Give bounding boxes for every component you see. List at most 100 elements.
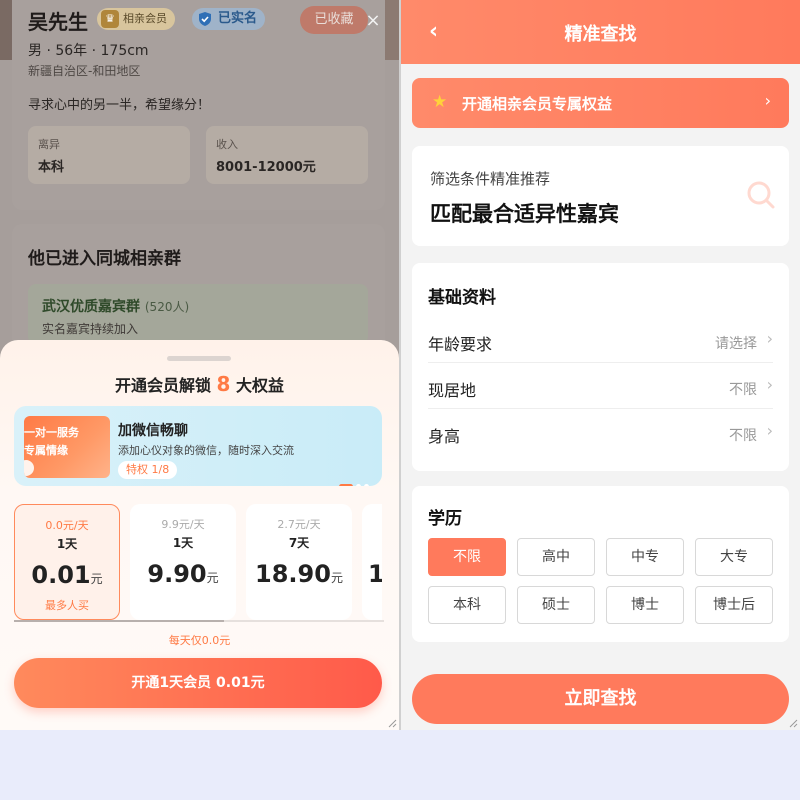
- plan-price: 1: [362, 560, 382, 588]
- edu-option-vocational[interactable]: 中专: [606, 538, 684, 576]
- search-screen: ‹ 精准查找 ★ 开通相亲会员专属权益 › 筛选条件精准推荐 匹配最合适异性嘉宾…: [401, 0, 800, 730]
- plan-price-unit: 元: [330, 571, 343, 585]
- plan-price-value: 9.90: [147, 560, 207, 588]
- vip-benefits-text: 开通相亲会员专属权益: [462, 95, 613, 113]
- membership-sheet: 开通会员解锁 8 大权益 一对一服务 专属情缘 加微信畅聊 添加心仪对象的微信，…: [0, 340, 399, 730]
- screen-root: 吴先生 ♛ 相亲会员 已实名 已收藏 × 男 · 56年 · 175cm 新疆自…: [0, 0, 800, 800]
- resize-grip-icon[interactable]: [387, 718, 397, 728]
- edu-option-postdoc[interactable]: 博士后: [695, 586, 773, 624]
- row-label: 现居地: [428, 381, 477, 400]
- plan-duration: 1天: [56, 537, 78, 551]
- carousel-dot[interactable]: [364, 484, 369, 486]
- carousel-dot-active[interactable]: [339, 484, 353, 486]
- sheet-title-number: 8: [216, 372, 231, 396]
- perk-desc: 添加心仪对象的微信，随时深入交流: [118, 444, 294, 457]
- sheet-title-prefix: 开通会员解锁: [114, 376, 211, 395]
- vip-benefits-bar[interactable]: ★ 开通相亲会员专属权益 ›: [412, 78, 789, 128]
- edu-option-doctor[interactable]: 博士: [606, 586, 684, 624]
- vip-badge-label: 相亲会员: [123, 12, 167, 25]
- plan-duration: 1天: [172, 536, 194, 550]
- perk-image: 一对一服务 专属情缘: [24, 416, 110, 478]
- chevron-right-icon: ›: [764, 91, 771, 110]
- chevron-right-icon: ›: [766, 421, 773, 440]
- basic-info-card: 基础资料 年龄要求 请选择 › 现居地 不限 › 身高 不限 ›: [412, 263, 789, 471]
- group-member-count: (520人): [144, 300, 190, 314]
- search-now-button[interactable]: 立即查找: [412, 674, 789, 724]
- edu-option-any[interactable]: 不限: [428, 538, 506, 576]
- recommend-card: 筛选条件精准推荐 匹配最合适异性嘉宾: [412, 146, 789, 246]
- info-label: 离异: [38, 138, 60, 151]
- edu-option-master[interactable]: 硕士: [517, 586, 595, 624]
- group-item[interactable]: 武汉优质嘉宾群 (520人) 实名嘉宾持续加入: [28, 284, 368, 344]
- daily-price-note: 每天仅0.0元: [168, 634, 231, 647]
- info-box-income: 收入 8001-12000元: [206, 126, 368, 184]
- vip-badge: ♛ 相亲会员: [97, 8, 175, 30]
- row-height[interactable]: 身高 不限 ›: [428, 409, 773, 455]
- row-value: 请选择: [715, 336, 757, 352]
- plan-duration: 7天: [288, 536, 310, 550]
- profile-screen: 吴先生 ♛ 相亲会员 已实名 已收藏 × 男 · 56年 · 175cm 新疆自…: [0, 0, 399, 730]
- recommend-title: 匹配最合适异性嘉宾: [430, 202, 619, 226]
- chevron-right-icon: ›: [766, 329, 773, 348]
- star-icon: ★: [432, 92, 448, 112]
- plan-list: 0.0元/天 1天 0.01元 最多人买 9.9元/天 1天 9.90元 2.7…: [14, 504, 382, 622]
- group-section-title: 他已进入同城相亲群: [28, 249, 181, 269]
- edu-option-college[interactable]: 大专: [695, 538, 773, 576]
- edu-option-highschool[interactable]: 高中: [517, 538, 595, 576]
- plan-card-7day[interactable]: 2.7元/天 7天 18.90元: [246, 504, 352, 620]
- shield-check-icon: [199, 12, 211, 26]
- row-age-requirement[interactable]: 年龄要求 请选择 ›: [428, 317, 773, 363]
- plan-price-unit: 元: [206, 571, 219, 585]
- row-label: 身高: [428, 427, 461, 446]
- sheet-drag-handle[interactable]: [167, 356, 231, 361]
- group-name: 武汉优质嘉宾群 (520人): [42, 296, 189, 316]
- plan-card-1day[interactable]: 9.9元/天 1天 9.90元: [130, 504, 236, 620]
- carousel-dots: [336, 476, 369, 486]
- education-title: 学历: [428, 509, 462, 529]
- crown-icon: ♛: [101, 10, 119, 28]
- perk-carousel[interactable]: 一对一服务 专属情缘 加微信畅聊 添加心仪对象的微信，随时深入交流 特权 1/8: [14, 406, 382, 486]
- user-meta: 男 · 56年 · 175cm: [28, 43, 149, 59]
- chevron-right-icon: ›: [766, 375, 773, 394]
- verified-badge-label: 已实名: [218, 11, 258, 26]
- close-icon[interactable]: ×: [364, 12, 382, 30]
- perk-image-line1: 一对一服务: [24, 426, 79, 439]
- plan-price-value: 18.90: [255, 560, 331, 588]
- plan-price-value: 1: [368, 560, 382, 588]
- info-value: 8001-12000元: [216, 160, 316, 175]
- sheet-title: 开通会员解锁 8 大权益: [0, 372, 399, 396]
- info-label: 收入: [216, 138, 238, 151]
- row-label: 年龄要求: [428, 335, 493, 354]
- plan-scrollbar[interactable]: [14, 620, 384, 622]
- plan-daily-price: 0.0元/天: [45, 519, 89, 532]
- user-region: 新疆自治区-和田地区: [28, 64, 141, 78]
- plan-price-unit: 元: [90, 572, 103, 586]
- plan-scrollbar-thumb[interactable]: [14, 620, 224, 622]
- education-card: 学历 不限 高中 中专 大专 本科 硕士 博士 博士后: [412, 486, 789, 642]
- resize-grip-icon[interactable]: [788, 718, 798, 728]
- perk-name: 加微信畅聊: [118, 423, 188, 439]
- group-name-text: 武汉优质嘉宾群: [42, 299, 140, 315]
- favorited-button[interactable]: 已收藏: [300, 6, 368, 34]
- edu-option-bachelor[interactable]: 本科: [428, 586, 506, 624]
- open-membership-button[interactable]: 开通1天会员 0.01元: [14, 658, 382, 708]
- plan-card-partial[interactable]: 1: [362, 504, 382, 620]
- carousel-dot[interactable]: [356, 484, 361, 486]
- plan-price-value: 0.01: [31, 561, 91, 589]
- perk-index-tag: 特权 1/8: [118, 461, 178, 479]
- row-value: 不限: [729, 428, 757, 444]
- recommend-subtitle: 筛选条件精准推荐: [430, 170, 551, 188]
- plan-card-1day-trial[interactable]: 0.0元/天 1天 0.01元 最多人买: [14, 504, 120, 620]
- sheet-title-suffix: 大权益: [236, 376, 285, 395]
- play-icon: [24, 460, 34, 476]
- page-title: 精准查找: [564, 24, 637, 45]
- plan-daily-price: 2.7元/天: [277, 518, 321, 531]
- search-header: ‹ 精准查找: [401, 0, 800, 64]
- info-value: 本科: [38, 160, 65, 175]
- row-value: 不限: [729, 382, 757, 398]
- plan-price: 0.01元: [15, 561, 119, 589]
- basic-info-title: 基础资料: [428, 288, 496, 308]
- user-name: 吴先生: [28, 10, 88, 34]
- plan-price: 9.90元: [130, 560, 236, 588]
- row-residence[interactable]: 现居地 不限 ›: [428, 363, 773, 409]
